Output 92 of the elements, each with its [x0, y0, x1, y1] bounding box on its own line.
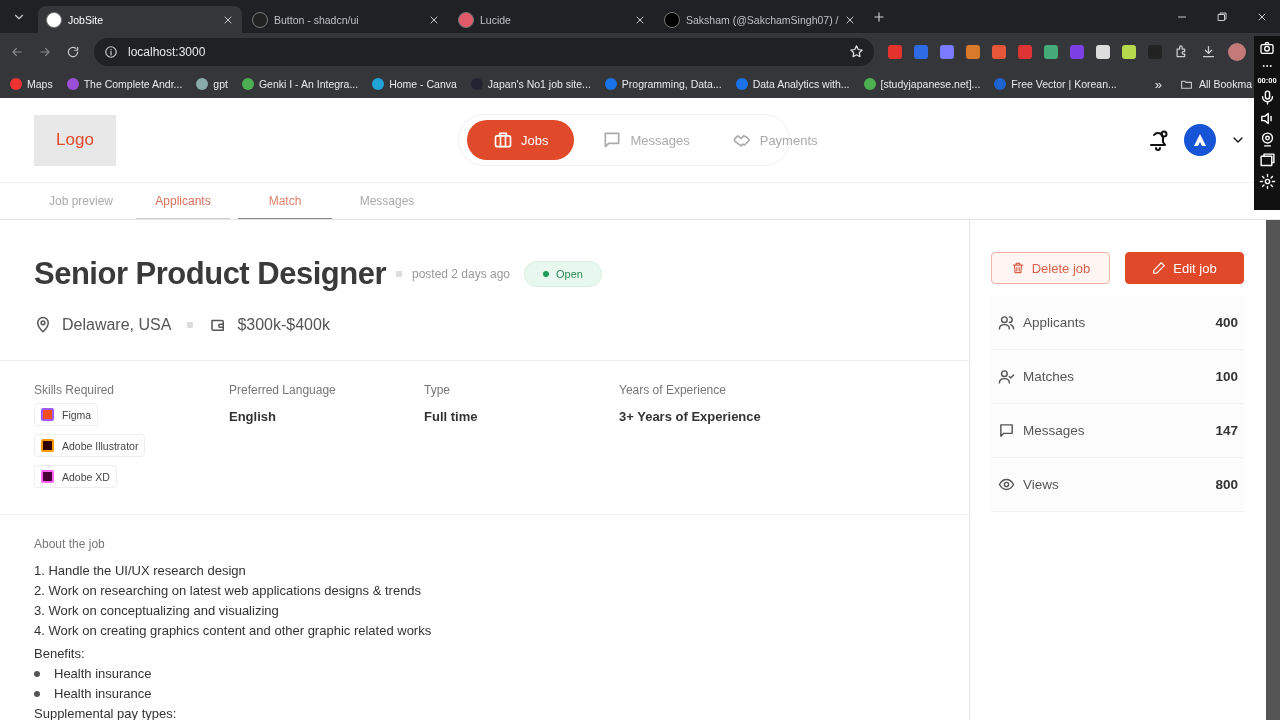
camera-icon[interactable] [1259, 40, 1275, 56]
pencil-icon [1152, 261, 1167, 275]
section-heading: About the job [34, 537, 106, 551]
tab-favicon-icon [664, 11, 680, 28]
bookmark-label: Home - Canva [389, 78, 457, 90]
bookmark-label: gpt [213, 78, 228, 90]
address-bar[interactable]: localhost:3000 [94, 37, 874, 66]
nav-tab[interactable]: Jobs [467, 120, 575, 160]
posted-date: posted 2 days ago [411, 267, 511, 281]
user-check-icon [998, 368, 1015, 385]
app-logo-icon [41, 470, 54, 483]
bookmark-label: Maps [27, 78, 53, 90]
logo-icon [1192, 132, 1208, 148]
detail-value: 3+ Years of Experience [619, 409, 762, 424]
more-bookmarks-icon[interactable]: » [1154, 76, 1162, 92]
bullet-icon [34, 671, 40, 677]
profile-avatar[interactable] [1228, 42, 1246, 61]
extension-icon[interactable] [966, 44, 980, 59]
bookmark-favicon-icon [196, 78, 209, 90]
duty-item: 4. Work on creating graphics content and other graphic related works [34, 622, 433, 640]
edit-job-button[interactable]: Edit job [1125, 252, 1244, 284]
tab-favicon-icon [46, 11, 62, 28]
bookmark-favicon-icon [863, 78, 876, 90]
stat-value: 800 [1215, 477, 1238, 492]
map-pin-icon [34, 316, 52, 334]
bookmark[interactable]: Maps [10, 78, 53, 90]
job-location: Delaware, USA [62, 316, 172, 334]
star-icon[interactable] [849, 44, 864, 59]
download-icon[interactable] [1201, 44, 1216, 59]
bookmark-favicon-icon [735, 78, 748, 90]
bookmark[interactable]: gpt [196, 78, 228, 90]
skill-tag: Adobe Illustrator [34, 434, 146, 457]
stat-value: 400 [1215, 315, 1238, 330]
extension-icon[interactable] [1044, 44, 1058, 59]
tab-favicon-icon [252, 11, 268, 28]
scrollbar[interactable] [1266, 220, 1280, 720]
stat-value: 100 [1215, 369, 1238, 384]
job-title: Senior Product Designer [34, 256, 386, 292]
benefit-item: Health insurance [54, 685, 152, 703]
new-tab-icon[interactable] [872, 9, 886, 24]
detail-label: Preferred Language [229, 383, 337, 397]
extension-icon[interactable] [1096, 44, 1110, 59]
detail-label: Skills Required [34, 383, 116, 397]
bookmark-favicon-icon [372, 78, 385, 90]
stat-label: Views [1023, 477, 1059, 492]
bookmark-favicon-icon [66, 78, 79, 90]
reload-icon[interactable] [66, 44, 80, 59]
bullet-icon [34, 691, 40, 697]
tab-favicon-icon [458, 11, 474, 28]
browser-tab[interactable]: Lucide [450, 6, 654, 33]
bookmark-favicon-icon [10, 78, 22, 90]
avatar[interactable] [1184, 124, 1216, 156]
status-badge: Open [524, 261, 602, 287]
browser-tab[interactable]: Button - shadcn/ui [244, 6, 448, 33]
briefcase-icon [493, 130, 513, 150]
benefit-item: Health insurance [54, 665, 152, 683]
duty-item: 3. Work on conceptualizing and visualizing [34, 602, 280, 620]
stat-label: Applicants [1023, 315, 1086, 330]
windows-icon[interactable] [1258, 152, 1276, 169]
skill-tag: Adobe XD [34, 465, 117, 488]
app-logo-icon [41, 439, 54, 452]
extension-icon[interactable] [1122, 44, 1136, 59]
settings-icon[interactable] [1258, 173, 1276, 190]
detail-value: English [229, 409, 277, 424]
all-bookmarks[interactable]: All Bookma [1179, 77, 1252, 91]
stat-label: Matches [1023, 369, 1075, 384]
stat-label: Messages [1023, 423, 1085, 438]
restore-icon[interactable] [1216, 10, 1228, 23]
message-icon [998, 422, 1015, 439]
detail-label: Years of Experience [619, 383, 727, 397]
bookmark-favicon-icon [241, 78, 254, 90]
users-icon [998, 314, 1015, 331]
skill-tag: Figma [34, 403, 99, 426]
stat-value: 147 [1215, 423, 1238, 438]
delete-job-button[interactable]: Delete job [991, 252, 1110, 284]
job-salary: $300k-$400k [237, 316, 330, 334]
section-heading: Supplemental pay types: [34, 705, 178, 720]
info-icon [104, 44, 118, 59]
message-icon [602, 130, 623, 150]
browser-tab[interactable]: Saksham (@SakchamSingh07) / [656, 6, 860, 33]
app-logo-icon [41, 408, 54, 421]
benefits-heading: Benefits: [34, 645, 86, 663]
duty-item: 1. Handle the UI/UX research design [34, 562, 247, 580]
trash-icon [1010, 261, 1025, 275]
bookmark[interactable]: Home - Canva [372, 78, 457, 90]
detail-value: Full time [424, 409, 479, 424]
bookmark-favicon-icon [604, 78, 617, 90]
browser-tab[interactable]: JobSite [38, 6, 242, 33]
duty-item: 2. Work on researching on latest web applications designs & trends [34, 582, 423, 600]
detail-label: Type [424, 383, 451, 397]
eye-icon [998, 476, 1015, 493]
bookmark-favicon-icon [994, 78, 1007, 90]
